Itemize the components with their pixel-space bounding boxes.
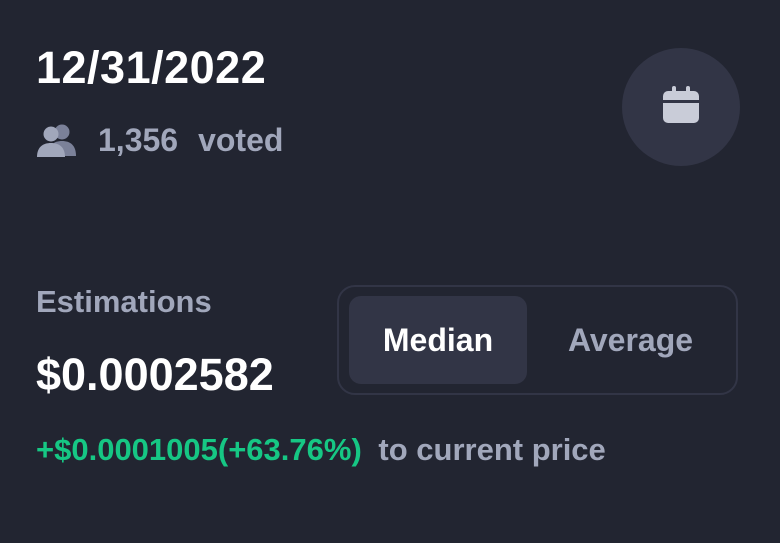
calendar-icon	[659, 83, 703, 132]
median-tab[interactable]: Median	[349, 296, 527, 384]
vote-count: 1,356	[98, 121, 179, 158]
median-average-toggle: Median Average	[337, 285, 738, 395]
average-tab[interactable]: Average	[535, 296, 726, 384]
estimations-label: Estimations	[36, 284, 212, 319]
price-change-value: +$0.0001005(+63.76%)	[36, 432, 362, 467]
price-change-row: +$0.0001005(+63.76%) to current price	[36, 428, 606, 472]
calendar-button[interactable]	[622, 48, 740, 166]
voted-count-row: 1,356 voted	[36, 118, 283, 162]
voted-label: voted	[198, 121, 284, 158]
users-icon	[36, 118, 80, 162]
price-change-suffix: to current price	[378, 432, 606, 467]
estimated-price: $0.0002582	[36, 349, 274, 400]
prediction-date: 12/31/2022	[36, 42, 267, 93]
price-prediction-card: 12/31/2022 1,356 voted Estimations $0.00…	[0, 0, 780, 543]
